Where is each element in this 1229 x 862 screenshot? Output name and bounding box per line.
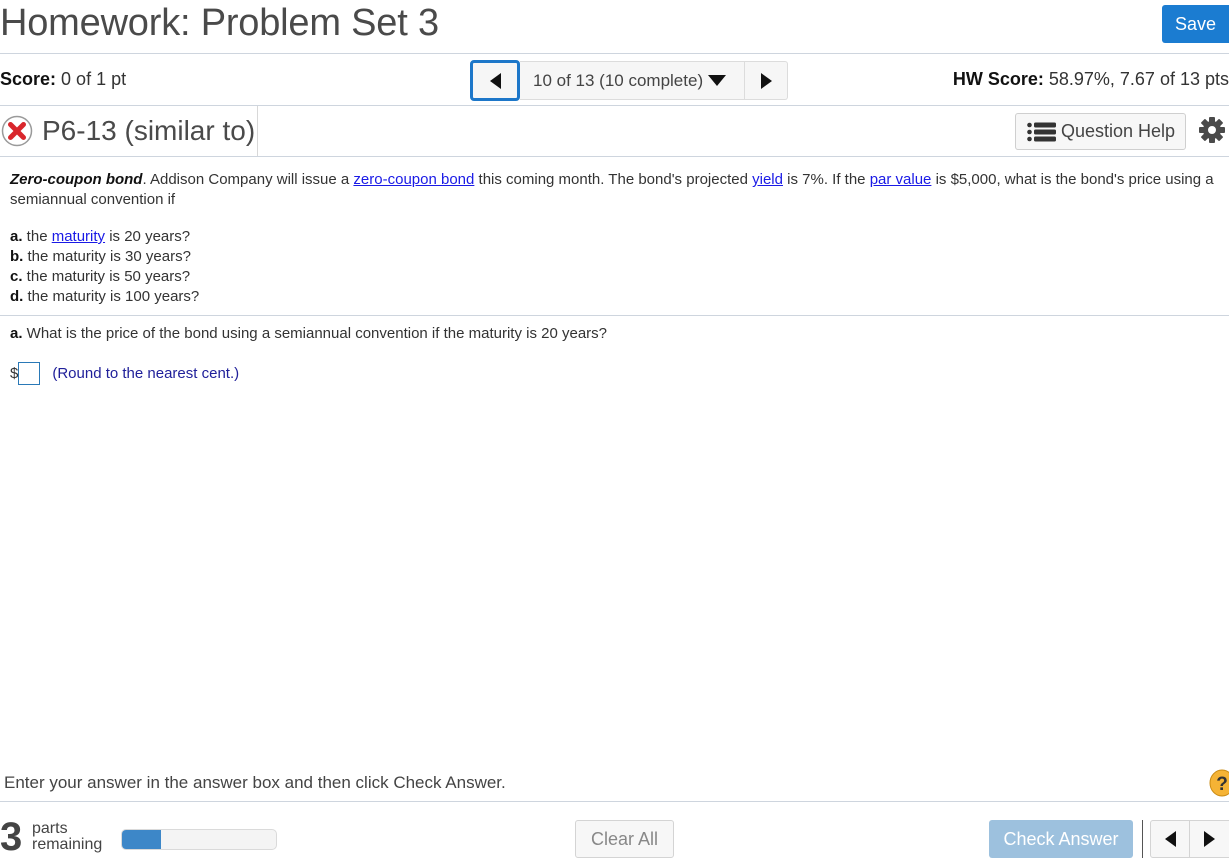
question-select-dropdown[interactable]: 10 of 13 (10 complete) <box>520 61 745 100</box>
problem-part-d: d. the maturity is 100 years? <box>10 287 1225 307</box>
score-bar: Score: 0 of 1 pt 10 of 13 (10 complete) … <box>0 55 1229 106</box>
divider <box>257 106 258 156</box>
footer-next-button[interactable] <box>1190 820 1229 858</box>
part-text: the maturity is 30 years? <box>23 248 191 265</box>
problem-parts-list: a. the maturity is 20 years? b. the matu… <box>10 227 1225 307</box>
parts-remaining-label: parts remaining <box>32 821 102 853</box>
problem-part-c: c. the maturity is 50 years? <box>10 267 1225 287</box>
incorrect-x-icon <box>1 115 33 147</box>
part-letter: b. <box>10 248 24 265</box>
next-question-button[interactable] <box>745 61 788 100</box>
save-button[interactable]: Save <box>1162 5 1229 43</box>
question-letter: a. <box>10 325 23 342</box>
footer-divider <box>0 801 1229 802</box>
part-letter: d. <box>10 288 24 305</box>
list-icon <box>1027 122 1056 141</box>
part-letter: c. <box>10 268 23 285</box>
page-header: Homework: Problem Set 3 Save <box>0 0 1229 54</box>
par-value-link[interactable]: par value <box>870 171 932 188</box>
intro-text: this coming month. The bond's projected <box>474 171 753 188</box>
progress-fill <box>122 830 161 849</box>
hw-score: HW Score: 58.97%, 7.67 of 13 pts <box>953 69 1229 90</box>
question-header: P6-13 (similar to) Question Help <box>0 106 1229 157</box>
parts-remaining-count: 3 <box>0 815 23 859</box>
question-score: Score: 0 of 1 pt <box>0 69 126 90</box>
zero-coupon-bond-link[interactable]: zero-coupon bond <box>353 171 474 188</box>
parts-label-line: remaining <box>32 836 103 853</box>
yield-link[interactable]: yield <box>752 171 783 188</box>
section-divider <box>0 315 1229 316</box>
parts-progress-bar <box>121 829 277 850</box>
question-select-value: 10 of 13 (10 complete) <box>533 70 704 90</box>
parts-label-line: parts <box>32 820 68 837</box>
help-question-icon[interactable]: ? <box>1209 769 1229 797</box>
score-value: 0 of 1 pt <box>61 69 127 89</box>
part-text: the maturity is 50 years? <box>22 268 191 285</box>
gear-icon[interactable] <box>1198 116 1226 144</box>
footer-previous-button[interactable] <box>1150 820 1190 858</box>
page-title: Homework: Problem Set 3 <box>0 2 439 44</box>
answer-input[interactable] <box>18 362 41 385</box>
currency-symbol: $ <box>10 365 19 382</box>
triangle-right-icon <box>760 72 772 89</box>
part-text: the maturity is 100 years? <box>23 288 200 305</box>
question-help-label: Question Help <box>1061 121 1176 141</box>
footer-separator <box>1142 820 1143 858</box>
score-label: Score: <box>0 69 57 89</box>
problem-part-b: b. the maturity is 30 years? <box>10 247 1225 267</box>
maturity-link[interactable]: maturity <box>52 228 105 245</box>
triangle-right-icon <box>1204 831 1215 847</box>
check-answer-button[interactable]: Check Answer <box>989 820 1133 858</box>
answer-row: $ (Round to the nearest cent.) <box>10 362 239 385</box>
instructions-text: Enter your answer in the answer box and … <box>4 773 506 792</box>
problem-intro: Zero-coupon bond. Addison Company will i… <box>10 170 1225 210</box>
intro-text: . Addison Company will issue a <box>142 171 354 188</box>
rounding-hint: (Round to the nearest cent.) <box>52 365 240 382</box>
part-text: is 20 years? <box>105 228 191 245</box>
clear-all-button[interactable]: Clear All <box>575 820 674 858</box>
question-text: What is the price of the bond using a se… <box>22 325 608 342</box>
question-navigator: 10 of 13 (10 complete) <box>470 60 788 101</box>
svg-text:?: ? <box>1216 774 1228 795</box>
question-id: P6-13 (similar to) <box>42 115 256 146</box>
question-help-button[interactable]: Question Help <box>1015 113 1186 150</box>
problem-title: Zero-coupon bond <box>10 171 143 188</box>
part-letter: a. <box>10 228 23 245</box>
current-question: a. What is the price of the bond using a… <box>10 324 607 344</box>
intro-text: is 7%. If the <box>782 171 870 188</box>
problem-part-a: a. the maturity is 20 years? <box>10 227 1225 247</box>
caret-down-icon <box>708 75 727 86</box>
hw-score-value: 58.97%, 7.67 of 13 pts <box>1048 69 1229 89</box>
hw-score-label: HW Score: <box>952 69 1044 89</box>
triangle-left-icon <box>1164 831 1176 847</box>
previous-question-button[interactable] <box>470 60 520 101</box>
problem-statement: Zero-coupon bond. Addison Company will i… <box>10 170 1225 307</box>
triangle-left-icon <box>489 72 501 89</box>
part-text: the <box>22 228 52 245</box>
